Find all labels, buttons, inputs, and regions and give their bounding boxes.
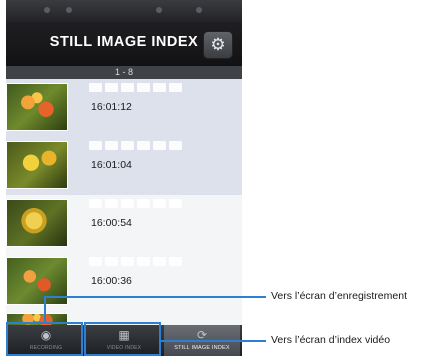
leader-line: [44, 296, 266, 298]
title-bar: STILL IMAGE INDEX ⚙: [6, 22, 242, 66]
gear-icon: ⚙: [210, 35, 226, 54]
recording-tab-highlight: [6, 322, 83, 356]
app-screen: STILL IMAGE INDEX ⚙ 1 - 8 16:01:12 16:01…: [6, 0, 242, 356]
video-index-tab-highlight: [84, 322, 161, 356]
list-item[interactable]: 16:01:04: [6, 137, 242, 196]
list-item[interactable]: 16:00:54: [6, 195, 242, 254]
callout-video-index: Vers l’écran d’index vidéo: [271, 334, 391, 346]
status-indicator-icon: [156, 7, 162, 13]
list-item[interactable]: 16:01:12: [6, 79, 242, 138]
placeholder-blocks: [89, 141, 182, 150]
status-indicator-icon: [196, 7, 202, 13]
tab-label: STILL IMAGE INDEX: [174, 345, 230, 351]
status-indicator-icon: [66, 7, 72, 13]
still-image-list[interactable]: 16:01:12 16:01:04 16:00:54 16:00:36: [6, 79, 242, 327]
leader-line: [161, 340, 266, 342]
thumbnail-image[interactable]: [6, 199, 68, 247]
status-indicator-icon: [44, 7, 50, 13]
item-time: 16:00:36: [91, 275, 132, 287]
leader-line: [44, 296, 46, 323]
item-time: 16:00:54: [91, 217, 132, 229]
placeholder-blocks: [89, 199, 182, 208]
placeholder-blocks: [89, 257, 182, 266]
range-indicator: 1 - 8: [6, 66, 242, 79]
settings-button[interactable]: ⚙: [203, 31, 233, 59]
thumbnail-image[interactable]: [6, 83, 68, 131]
item-time: 16:01:12: [91, 101, 132, 113]
placeholder-blocks: [89, 83, 182, 92]
status-bar: [6, 0, 242, 22]
callout-recording: Vers l’écran d’enregistrement: [271, 290, 407, 302]
list-item[interactable]: 16:00:36: [6, 253, 242, 312]
item-time: 16:01:04: [91, 159, 132, 171]
thumbnail-image[interactable]: [6, 141, 68, 189]
